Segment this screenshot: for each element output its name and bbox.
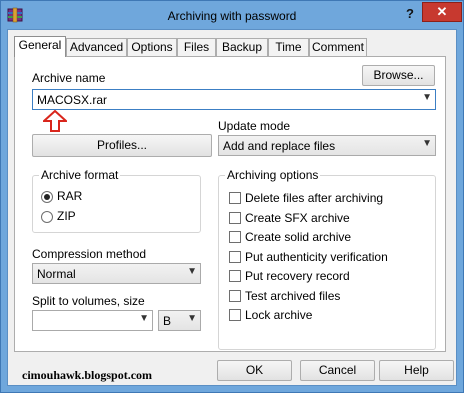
split-unit-select[interactable]: B ▼ xyxy=(158,310,201,331)
compression-method-label: Compression method xyxy=(32,247,147,261)
tab-time[interactable]: Time xyxy=(268,38,309,56)
split-volumes-label: Split to volumes, size xyxy=(32,294,145,308)
create-sfx-checkbox[interactable] xyxy=(229,212,241,224)
browse-button[interactable]: Browse... xyxy=(362,65,435,86)
title-bar[interactable]: Archiving with password ? ✕ xyxy=(1,1,463,29)
archive-format-group: Archive format RAR ZIP xyxy=(32,168,201,233)
profiles-button[interactable]: Profiles... xyxy=(32,134,212,157)
close-button[interactable]: ✕ xyxy=(422,2,462,22)
archive-name-label: Archive name xyxy=(32,71,106,85)
tab-advanced[interactable]: Advanced xyxy=(66,38,127,56)
cancel-button[interactable]: Cancel xyxy=(300,360,375,381)
title-help-button[interactable]: ? xyxy=(397,5,423,23)
chevron-down-icon[interactable]: ▼ xyxy=(187,266,197,277)
update-mode-value: Add and replace files xyxy=(223,139,336,153)
archive-name-combo[interactable]: MACOSX.rar ▼ xyxy=(32,89,436,110)
window-title: Archiving with password xyxy=(167,9,297,23)
chevron-down-icon[interactable]: ▼ xyxy=(422,92,432,103)
zip-radio[interactable] xyxy=(41,211,53,223)
zip-label[interactable]: ZIP xyxy=(57,209,76,223)
red-up-arrow-icon xyxy=(43,110,67,132)
update-mode-label: Update mode xyxy=(218,119,291,133)
test-files-checkbox[interactable] xyxy=(229,290,241,302)
archiving-options-title: Archiving options xyxy=(225,168,321,182)
rar-label[interactable]: RAR xyxy=(57,189,82,203)
watermark-text: cimouhawk.blogspot.com xyxy=(22,368,153,382)
update-mode-select[interactable]: Add and replace files ▼ xyxy=(218,135,436,156)
archive-name-value: MACOSX.rar xyxy=(37,93,108,107)
rar-radio[interactable] xyxy=(41,191,53,203)
archiving-options-group: Archiving options Delete files after arc… xyxy=(218,168,436,350)
compression-method-select[interactable]: Normal ▼ xyxy=(32,263,201,284)
split-unit-value: B xyxy=(163,314,172,328)
chevron-down-icon[interactable]: ▼ xyxy=(139,313,149,324)
delete-files-checkbox[interactable] xyxy=(229,192,241,204)
split-volumes-combo[interactable]: ▼ xyxy=(32,310,153,331)
test-files-label[interactable]: Test archived files xyxy=(245,289,340,303)
lock-archive-label[interactable]: Lock archive xyxy=(245,308,312,322)
archive-format-title: Archive format xyxy=(39,168,121,182)
create-solid-checkbox[interactable] xyxy=(229,231,241,243)
chevron-down-icon[interactable]: ▼ xyxy=(187,313,197,324)
authenticity-label[interactable]: Put authenticity verification xyxy=(245,250,388,264)
chevron-down-icon[interactable]: ▼ xyxy=(422,138,432,149)
tab-comment[interactable]: Comment xyxy=(309,38,367,56)
help-button[interactable]: Help xyxy=(379,360,454,381)
recovery-record-checkbox[interactable] xyxy=(229,270,241,282)
dialog-body: General Advanced Options Files Backup Ti… xyxy=(7,29,457,386)
create-sfx-label[interactable]: Create SFX archive xyxy=(245,211,350,225)
dialog-window: Archiving with password ? ✕ General Adva… xyxy=(0,0,464,393)
authenticity-checkbox[interactable] xyxy=(229,251,241,263)
compression-method-value: Normal xyxy=(37,267,76,281)
tab-backup[interactable]: Backup xyxy=(216,38,268,56)
tab-files[interactable]: Files xyxy=(177,38,216,56)
create-solid-label[interactable]: Create solid archive xyxy=(245,230,351,244)
tab-general[interactable]: General xyxy=(14,36,66,57)
delete-files-label[interactable]: Delete files after archiving xyxy=(245,191,383,205)
recovery-record-label[interactable]: Put recovery record xyxy=(245,269,350,283)
general-panel: Archive name Browse... MACOSX.rar ▼ Prof… xyxy=(14,56,446,352)
lock-archive-checkbox[interactable] xyxy=(229,309,241,321)
tab-options[interactable]: Options xyxy=(127,38,177,56)
ok-button[interactable]: OK xyxy=(217,360,292,381)
